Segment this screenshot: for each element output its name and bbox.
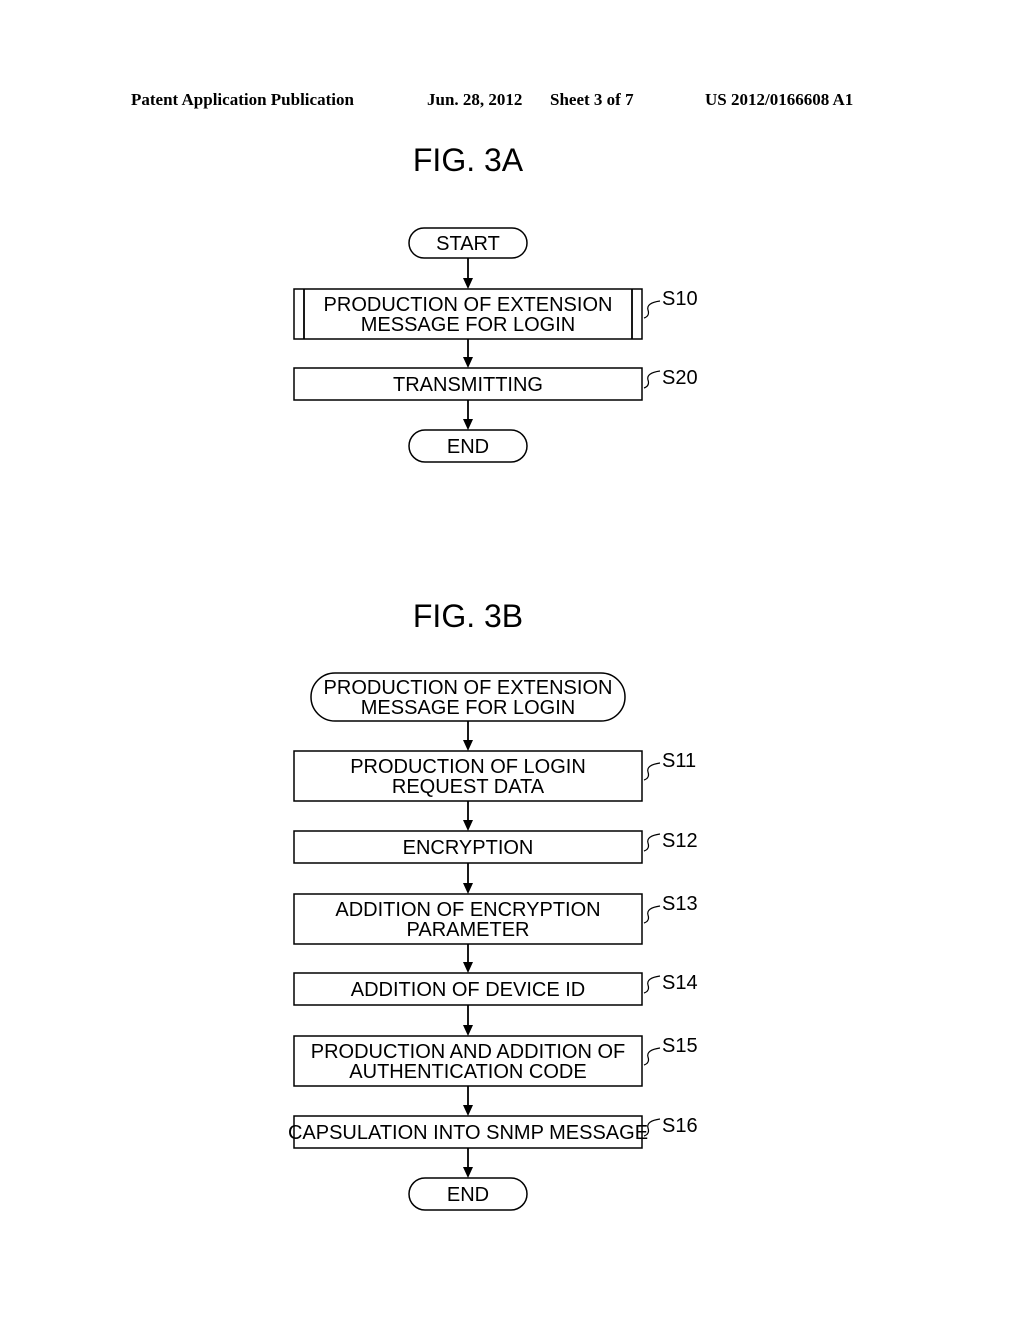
fig3b-step-label: S16	[662, 1115, 698, 1137]
arrowhead-icon	[463, 1167, 473, 1178]
fig3b-node-text: END	[447, 1184, 489, 1206]
fig3a-step-label: S10	[662, 288, 698, 310]
fig3b-node-text: PRODUCTION OF LOGIN	[350, 756, 586, 778]
fig3b-node-text: PRODUCTION AND ADDITION OF	[311, 1041, 625, 1063]
flowchart-canvas: STARTPRODUCTION OF EXTENSIONMESSAGE FOR …	[288, 227, 698, 1211]
fig3a-node-text: MESSAGE FOR LOGIN	[361, 314, 575, 336]
step-leader-line	[643, 975, 661, 994]
arrowhead-icon	[463, 740, 473, 751]
step-leader-line	[643, 370, 661, 389]
fig3a-node-text: START	[436, 233, 500, 255]
arrowhead-icon	[463, 1025, 473, 1036]
arrowhead-icon	[463, 962, 473, 973]
fig3b-step-label: S11	[662, 750, 696, 772]
step-leader-line	[643, 833, 661, 852]
fig3b-node-text: ADDITION OF DEVICE ID	[351, 979, 585, 1001]
fig3b-node-text: ADDITION OF ENCRYPTION	[335, 899, 600, 921]
fig3b-node-text: CAPSULATION INTO SNMP MESSAGE	[288, 1122, 648, 1144]
arrowhead-icon	[463, 278, 473, 289]
arrowhead-icon	[463, 357, 473, 368]
fig3a-node-text: PRODUCTION OF EXTENSION	[324, 294, 613, 316]
arrowhead-icon	[463, 419, 473, 430]
fig3b-node-text: AUTHENTICATION CODE	[349, 1061, 586, 1083]
fig3b-node-text: REQUEST DATA	[392, 776, 545, 798]
step-leader-line	[643, 762, 661, 781]
fig3b-step-label: S12	[662, 830, 698, 852]
fig3a-node-text: END	[447, 436, 489, 458]
fig3a-step-label: S20	[662, 367, 698, 389]
step-leader-line	[643, 300, 661, 319]
fig3b-node-text: PRODUCTION OF EXTENSION	[324, 677, 613, 699]
arrowhead-icon	[463, 1105, 473, 1116]
fig3b-step-label: S13	[662, 893, 698, 915]
step-leader-line	[643, 905, 661, 924]
fig3b-step-label: S14	[662, 972, 698, 994]
arrowhead-icon	[463, 883, 473, 894]
arrowhead-icon	[463, 820, 473, 831]
fig3b-node-text: MESSAGE FOR LOGIN	[361, 697, 575, 719]
fig3a-node-text: TRANSMITTING	[393, 374, 543, 396]
fig3b-node-text: ENCRYPTION	[403, 837, 534, 859]
step-leader-line	[643, 1047, 661, 1066]
fig3b-step-label: S15	[662, 1035, 698, 1057]
fig3b-node-text: PARAMETER	[407, 919, 530, 941]
